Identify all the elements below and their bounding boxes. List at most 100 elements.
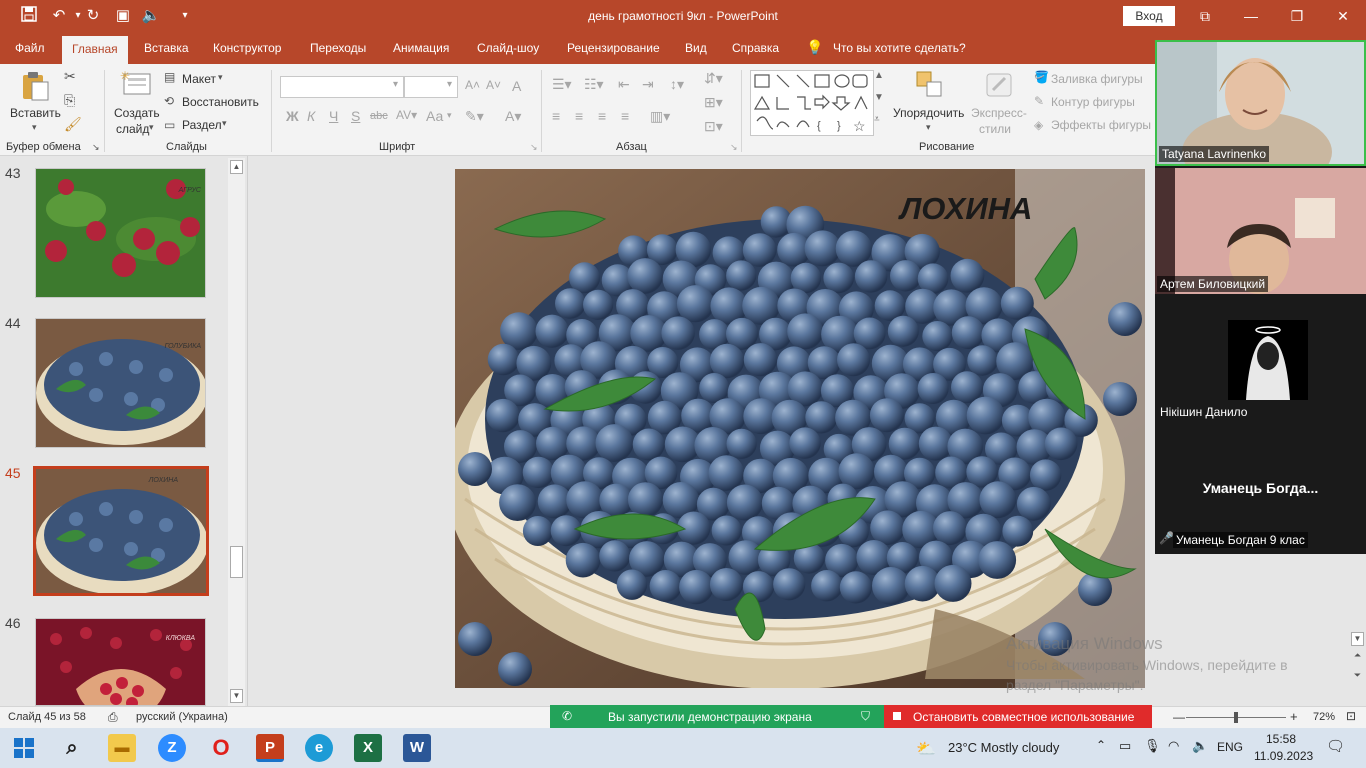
tab-review[interactable]: Рецензирование [567, 41, 660, 55]
file-explorer-icon[interactable]: ▬ [108, 734, 136, 762]
minimize-icon[interactable]: — [1236, 4, 1266, 28]
tab-home[interactable]: Главная [62, 36, 128, 64]
arrange-dropdown-icon[interactable]: ▾ [926, 122, 931, 133]
cut-icon[interactable]: ✂ [64, 68, 76, 85]
gallery-up-icon[interactable]: ▲ [874, 70, 884, 81]
quick-styles-button-line2[interactable]: стили [979, 122, 1011, 136]
opera-icon[interactable]: O [207, 734, 235, 762]
underline-button[interactable]: Ч [329, 108, 338, 124]
numbering-icon[interactable]: ☷▾ [584, 76, 604, 93]
tell-me-search[interactable]: Что вы хотите сделать? [833, 41, 966, 55]
powerpoint-icon[interactable]: P [256, 734, 284, 762]
participant-tile[interactable]: Артем Биловицкий [1155, 168, 1366, 294]
tab-transitions[interactable]: Переходы [310, 41, 366, 55]
zoom-app-icon[interactable]: Z [158, 734, 186, 762]
excel-icon[interactable]: X [354, 734, 382, 762]
tab-insert[interactable]: Вставка [144, 41, 189, 55]
wifi-icon[interactable]: ◠ [1168, 738, 1179, 754]
stop-sharing-button[interactable]: Остановить совместное использование [884, 705, 1152, 728]
participant-tile[interactable]: Уманець Богда... 🎤 Уманець Богдан 9 клас [1155, 424, 1366, 550]
layout-dropdown-icon[interactable]: ▾ [218, 72, 223, 83]
copy-icon[interactable]: ⎘ [64, 92, 75, 109]
zoom-level[interactable]: 72% [1313, 711, 1335, 723]
shape-fill-button[interactable]: Заливка фигуры [1051, 72, 1143, 86]
tab-view[interactable]: Вид [685, 41, 707, 55]
previous-slide-icon[interactable]: ⏶ [1351, 650, 1364, 664]
clock-date[interactable]: 11.09.2023 [1254, 749, 1313, 763]
bold-button[interactable]: Ж [286, 108, 299, 124]
tab-slideshow[interactable]: Слайд-шоу [477, 41, 539, 55]
reset-icon[interactable]: ⟲ [164, 94, 174, 108]
thumbnails-scrollbar[interactable]: ▲ ▼ [228, 158, 245, 706]
input-language[interactable]: ENG [1217, 740, 1243, 754]
new-slide-icon[interactable]: ✳ [120, 69, 152, 101]
ribbon-display-options-icon[interactable]: ⧉ [1190, 4, 1220, 28]
font-launcher-icon[interactable]: ↘ [530, 142, 538, 153]
layout-button[interactable]: Макет [182, 72, 216, 86]
tab-design[interactable]: Конструктор [213, 41, 281, 55]
search-icon[interactable]: ⌕ [58, 734, 86, 762]
arrange-icon[interactable] [915, 70, 945, 103]
decrease-font-icon[interactable]: A˅ [486, 78, 501, 92]
shape-effects-button[interactable]: Эффекты фигуры [1051, 118, 1151, 132]
participant-tile[interactable]: Tatyana Lavrinenko [1155, 40, 1366, 166]
windows-start-icon[interactable] [10, 734, 38, 762]
decrease-indent-icon[interactable]: ⇤ [618, 76, 630, 93]
paste-icon[interactable] [20, 70, 50, 102]
shape-effects-icon[interactable]: ◈ [1034, 118, 1043, 132]
slide-thumbnail-46[interactable]: КЛЮКВА [35, 618, 206, 706]
section-icon[interactable]: ▭ [164, 118, 175, 132]
slide-scrollbar[interactable]: ▼ ⏶ ⏷ [1349, 632, 1366, 706]
quick-styles-button[interactable]: Экспресс- [971, 106, 1027, 120]
reset-button[interactable]: Восстановить [182, 95, 259, 109]
shapes-gallery[interactable]: { } ☆ [750, 70, 874, 136]
language-indicator[interactable]: русский (Украина) [136, 711, 228, 723]
weather-icon[interactable]: ⛅ [916, 739, 936, 759]
edge-icon[interactable]: e [305, 734, 333, 762]
next-slide-icon[interactable]: ⏷ [1351, 670, 1364, 684]
scroll-down-icon[interactable]: ▼ [1351, 632, 1364, 646]
align-center-icon[interactable]: ≡ [575, 108, 583, 124]
strikethrough-button[interactable]: abc [370, 110, 388, 122]
word-icon[interactable]: W [403, 734, 431, 762]
zoom-in-icon[interactable]: + [1290, 709, 1298, 724]
scroll-up-icon[interactable]: ▲ [230, 160, 243, 174]
section-dropdown-icon[interactable]: ▾ [222, 118, 227, 129]
fit-to-window-icon[interactable]: ⊡ [1346, 709, 1356, 723]
font-color-icon[interactable]: A▾ [505, 108, 521, 125]
new-slide-dropdown-icon[interactable]: ▾ [149, 122, 154, 133]
slide-thumbnail-44[interactable]: ГОЛУБИКА [35, 318, 206, 448]
slide-canvas[interactable]: ЛОХИНА [455, 169, 1145, 688]
change-case-dropdown-icon[interactable]: ▾ [447, 110, 452, 121]
slide-thumbnail-45-selected[interactable]: ЛОХИНА [33, 466, 209, 596]
new-slide-button[interactable]: Создать [114, 106, 160, 120]
zoom-out-icon[interactable]: — [1173, 710, 1185, 724]
justify-icon[interactable]: ≡ [621, 108, 629, 124]
scroll-thumb[interactable] [230, 546, 243, 578]
slide-thumbnail-43[interactable]: АГРУС [35, 168, 206, 298]
weather-text[interactable]: 23°C Mostly cloudy [948, 740, 1059, 755]
align-text-icon[interactable]: ⊞▾ [704, 94, 723, 111]
new-slide-button-line2[interactable]: слайд [116, 122, 149, 136]
paste-button[interactable]: Вставить [10, 106, 61, 120]
restore-icon[interactable]: ❐ [1282, 4, 1312, 28]
section-button[interactable]: Раздел [182, 118, 222, 132]
bullets-icon[interactable]: ☰▾ [552, 76, 572, 93]
font-name-combo[interactable]: ▾ [280, 76, 404, 98]
clear-formatting-icon[interactable]: A [512, 78, 521, 94]
clipboard-launcher-icon[interactable]: ↘ [92, 142, 100, 153]
align-right-icon[interactable]: ≡ [598, 108, 606, 124]
change-case-button[interactable]: Аа [426, 108, 443, 124]
tab-animations[interactable]: Анимация [393, 41, 449, 55]
zoom-slider-thumb[interactable] [1234, 712, 1238, 723]
text-direction-icon[interactable]: ⇵▾ [704, 70, 723, 87]
arrange-button[interactable]: Упорядочить [893, 106, 964, 120]
italic-button[interactable]: К [307, 108, 315, 124]
tab-file[interactable]: Файл [15, 41, 45, 55]
shadow-button[interactable]: S [351, 108, 360, 124]
paste-dropdown-icon[interactable]: ▾ [32, 122, 37, 133]
shape-fill-icon[interactable]: 🪣 [1034, 70, 1049, 84]
character-spacing-icon[interactable]: AV▾ [396, 108, 417, 122]
align-left-icon[interactable]: ≡ [552, 108, 560, 124]
close-icon[interactable]: ✕ [1328, 4, 1358, 28]
